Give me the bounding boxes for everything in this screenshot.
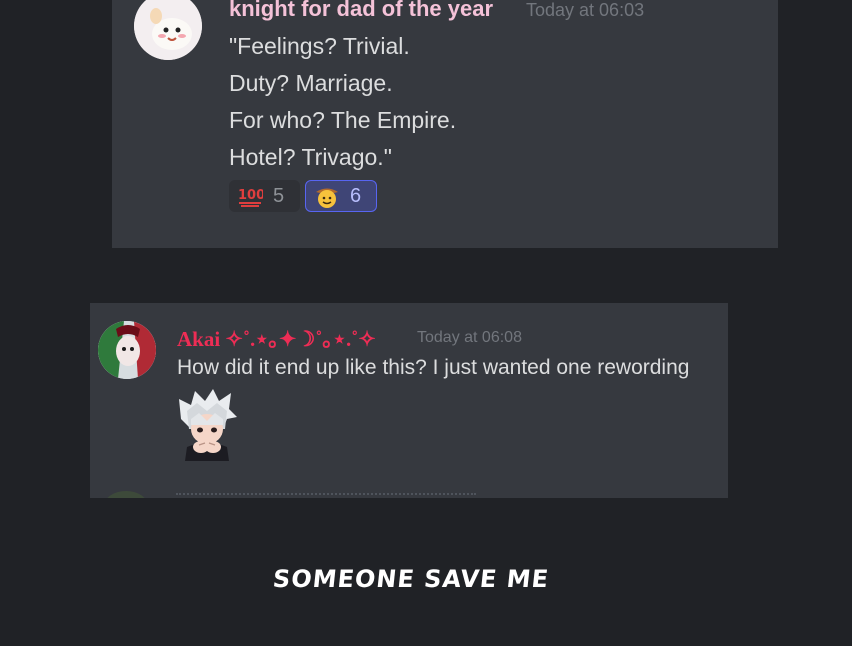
message-line: "Feelings? Trivial.	[229, 33, 410, 59]
message-card-akai: Akai ✧˚.⋆｡✦☽˚｡⋆.˚✧ Today at 06:08 How di…	[90, 303, 728, 498]
reaction-cowboy[interactable]: 6	[305, 180, 377, 212]
reaction-count: 6	[350, 184, 362, 207]
message-card-knight: knight for dad of the year Today at 06:0…	[112, 0, 778, 248]
reaction-count: 5	[273, 184, 285, 207]
hundred-points-icon: 100	[238, 188, 263, 207]
cowboy-face-icon	[316, 188, 338, 208]
sticker-image[interactable]	[177, 389, 237, 461]
message-text: How did it end up like this? I just want…	[177, 356, 690, 379]
svg-text:100: 100	[238, 188, 263, 203]
caption-text: SOMEONE SAVE ME	[271, 565, 551, 593]
avatar[interactable]	[98, 321, 156, 379]
message-line: For who? The Empire.	[229, 107, 457, 133]
reaction-hundred[interactable]: 100 5	[229, 180, 300, 212]
message-text	[176, 493, 476, 498]
avatar[interactable]	[134, 0, 202, 60]
avatar[interactable]	[104, 491, 148, 498]
username[interactable]: Akai ✧˚.⋆｡✦☽˚｡⋆.˚✧	[177, 323, 376, 353]
username[interactable]: knight for dad of the year	[229, 0, 493, 22]
timestamp: Today at 06:03	[526, 0, 645, 20]
message-line: Duty? Marriage.	[229, 70, 393, 96]
timestamp: Today at 06:08	[417, 329, 522, 346]
message-line: Hotel? Trivago."	[229, 144, 392, 170]
